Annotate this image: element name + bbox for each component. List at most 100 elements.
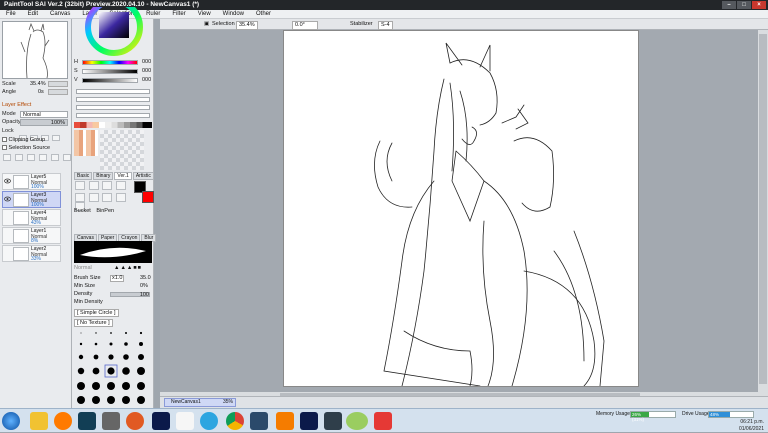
text-tool-icon[interactable] — [116, 181, 127, 190]
stabilizer-select[interactable]: S-4 — [378, 21, 393, 30]
lock-all-button[interactable] — [52, 135, 60, 141]
folder-icon[interactable] — [30, 412, 48, 430]
lasso-tool-icon[interactable] — [88, 181, 99, 190]
binpen-tool[interactable]: BinPen — [96, 208, 114, 214]
start-button-icon[interactable] — [2, 412, 20, 430]
selection-source-checkbox[interactable] — [2, 145, 7, 151]
brush-shape-select[interactable]: [ Simple Circle ] — [74, 309, 119, 317]
clipping-group-checkbox[interactable] — [2, 137, 7, 143]
selection-source-row[interactable]: Selection Source — [2, 145, 50, 152]
new-layer-icon[interactable] — [3, 154, 11, 161]
color-input[interactable] — [76, 113, 150, 118]
zoom-field[interactable]: 35.4% — [236, 21, 258, 30]
eye-icon[interactable] — [4, 196, 11, 202]
word-icon[interactable] — [102, 412, 120, 430]
tab-basic[interactable]: Basic — [74, 172, 93, 180]
menu-window[interactable]: Window — [217, 10, 250, 18]
scale-buttons[interactable] — [48, 81, 68, 87]
color-wheel[interactable] — [82, 7, 146, 57]
menu-canvas[interactable]: Canvas — [44, 10, 76, 18]
merge-down-icon[interactable] — [39, 154, 47, 161]
delete-layer-icon[interactable] — [63, 154, 71, 161]
menu-edit[interactable]: Edit — [22, 10, 44, 18]
angle-buttons[interactable] — [48, 89, 68, 95]
magic-wand-icon[interactable] — [102, 181, 113, 190]
transfer-down-icon[interactable] — [27, 154, 35, 161]
photoshop-icon[interactable] — [152, 412, 170, 430]
inkscape-icon[interactable] — [250, 412, 268, 430]
selection-toggle-icon[interactable]: ▣ — [204, 19, 209, 30]
menu-view[interactable]: View — [192, 10, 217, 18]
pdf-icon[interactable] — [374, 412, 392, 430]
vertical-scrollbar[interactable] — [758, 30, 768, 392]
circle-row[interactable]: [ Simple Circle ] — [74, 309, 152, 317]
color-input[interactable] — [76, 89, 150, 94]
paintbrush-icon[interactable] — [176, 412, 194, 430]
density-slider[interactable]: 100 — [110, 292, 150, 298]
secondary-color[interactable] — [142, 191, 154, 203]
tab-binary[interactable]: Binary — [93, 172, 114, 180]
color-swatch-strip[interactable] — [74, 122, 152, 128]
brush-texture-select[interactable]: [ No Texture ] — [74, 319, 113, 327]
clock-time: 06:21 p.m. — [740, 419, 764, 425]
move-tool-icon[interactable] — [75, 193, 85, 202]
rotate-tool-icon[interactable] — [102, 193, 113, 202]
opacity-slider[interactable]: 100% — [20, 119, 68, 126]
hue-slider[interactable] — [82, 60, 138, 65]
photoshop-2-icon[interactable] — [300, 412, 318, 430]
clear-layer-icon[interactable] — [51, 154, 59, 161]
layer-item[interactable]: Layer2 Normal 33% — [2, 245, 61, 262]
hand-tool-icon[interactable] — [116, 193, 127, 202]
angle-field[interactable]: 0.0° — [292, 21, 318, 30]
zoom-tool-icon[interactable] — [88, 193, 99, 202]
bucket-tool[interactable]: Bucket — [74, 208, 91, 214]
audition-icon[interactable] — [78, 412, 96, 430]
palette-swatches[interactable] — [74, 130, 98, 156]
layer-effect-row[interactable]: Layer Effect — [2, 102, 31, 109]
min-size-value[interactable]: 0% — [140, 283, 148, 290]
layer-item[interactable]: Layer1 Normal 8% — [2, 227, 61, 244]
close-button[interactable]: × — [752, 1, 766, 9]
maximize-button[interactable]: □ — [737, 1, 751, 9]
brush-size-grid[interactable] — [76, 329, 148, 407]
scratch-pad[interactable] — [100, 130, 144, 170]
selection-label[interactable]: Selection — [212, 19, 235, 30]
menu-file[interactable]: File — [0, 10, 22, 18]
vlc-icon[interactable] — [276, 412, 294, 430]
layer-effect-label[interactable]: Layer Effect — [2, 102, 31, 108]
blend-mode-label[interactable]: Normal — [74, 265, 92, 271]
menu-other[interactable]: Other — [250, 10, 277, 18]
tab-ver1[interactable]: Ver.1 — [114, 172, 132, 180]
saturation-slider[interactable] — [82, 69, 138, 74]
clock[interactable]: 06:21 p.m. 01/06/2021 — [739, 419, 764, 433]
eye-icon[interactable] — [4, 178, 11, 184]
mode-select[interactable]: Normal — [20, 111, 68, 118]
navigator-preview[interactable] — [2, 21, 68, 79]
canvas-workspace[interactable]: ▣ Selection 35.4% 0.0° Stabilizer S-4 — [160, 19, 768, 408]
menu-filter[interactable]: Filter — [166, 10, 191, 18]
brush-size-multiplier[interactable]: x1.0 — [110, 275, 125, 282]
brush-size-value[interactable]: 35.0 — [140, 275, 151, 282]
drawing-canvas[interactable] — [284, 31, 638, 387]
texture-row[interactable]: [ No Texture ] — [74, 319, 152, 327]
layer-item-selected[interactable]: Layer3 Normal 100% — [2, 191, 61, 208]
selection-tool-icon[interactable] — [75, 181, 85, 190]
firefox-icon[interactable] — [54, 412, 72, 430]
tip-shape-icons[interactable]: ▲▲▲■■ — [114, 265, 142, 272]
minimize-button[interactable]: – — [722, 1, 736, 9]
document-tab[interactable]: NewCanvas1 35% — [164, 398, 236, 407]
color-input[interactable] — [76, 97, 150, 102]
new-folder-icon[interactable] — [15, 154, 23, 161]
chrome-icon[interactable] — [226, 412, 244, 430]
tab-artistic[interactable]: Artistic — [132, 172, 154, 180]
color-input[interactable] — [76, 105, 150, 110]
telegram-icon[interactable] — [200, 412, 218, 430]
orange-app-icon[interactable] — [126, 412, 144, 430]
sai-icon[interactable] — [346, 412, 368, 430]
value-slider[interactable] — [82, 78, 138, 83]
layer-item[interactable]: Layer5 Normal 100% — [2, 173, 61, 190]
clipping-group-row[interactable]: Clipping Group — [2, 137, 45, 144]
layer-item[interactable]: Layer4 Normal 43% — [2, 209, 61, 226]
cs-icon[interactable] — [324, 412, 342, 430]
vertical-scroll-thumb[interactable] — [759, 34, 767, 384]
